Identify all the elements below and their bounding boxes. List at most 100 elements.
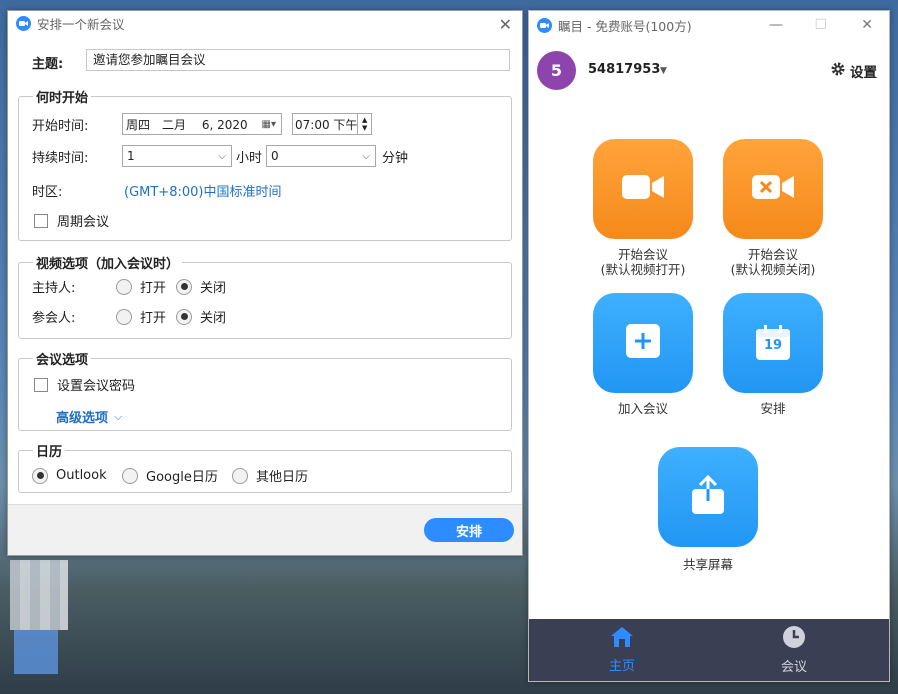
topic-input[interactable]: 邀请您参加瞩目会议 — [86, 49, 510, 71]
chevron-down-icon: ⌵ — [218, 150, 226, 162]
participant-video-on-radio[interactable] — [116, 308, 132, 325]
scheduler-footer: 安排 — [8, 504, 522, 555]
close-icon[interactable]: ✕ — [861, 17, 873, 33]
video-camera-off-icon — [752, 173, 794, 205]
participant-video-row: 参会人: 打开 关闭 — [32, 307, 226, 326]
duration-minutes-select[interactable]: 0 ⌵ — [266, 145, 377, 167]
outlook-label: Outlook — [56, 468, 107, 483]
start-date-picker[interactable]: 周四 二月 6, 2020 ▦▾ — [122, 113, 282, 135]
scheduler-title: 安排一个新会议 — [37, 16, 125, 32]
host-label: 主持人: — [32, 281, 76, 296]
password-row[interactable]: 设置会议密码 — [34, 375, 135, 394]
topic-label: 主题: — [32, 57, 64, 72]
start-time-row: 开始时间: 周四 二月 6, 2020 ▦▾ 07:00 下午 ▲ ▼ — [32, 113, 372, 135]
host-on-label: 打开 — [140, 281, 167, 296]
host-video-off-radio[interactable] — [176, 278, 192, 295]
password-label: 设置会议密码 — [57, 379, 136, 394]
zoom-titlebar: 瞩目 - 免费账号(100方) — [529, 11, 889, 39]
outlook-radio[interactable] — [32, 467, 48, 484]
minimize-icon[interactable]: — — [769, 17, 783, 33]
time-spinner-arrows-icon[interactable]: ▲ ▼ — [357, 114, 371, 134]
start-meeting-video-off-button[interactable] — [723, 139, 823, 239]
recurring-row[interactable]: 周期会议 — [34, 211, 109, 230]
start-label: 开始时间: — [32, 118, 89, 134]
video-camera-icon — [622, 173, 664, 205]
start-video-on-caption: 开始会议 (默认视频打开) — [573, 247, 713, 277]
duration-row: 持续时间: 1 ⌵ 小时 0 ⌵ 分钟 — [32, 145, 408, 167]
share-caption: 共享屏幕 — [682, 557, 733, 572]
calendar-options-row: Outlook Google日历 其他日历 — [32, 466, 308, 485]
timezone-label: 时区: — [32, 185, 63, 200]
video-legend: 视频选项（加入会议时） — [36, 257, 180, 272]
calendar-icon: 19 — [755, 325, 791, 361]
zoom-main-window: 瞩目 - 免费账号(100方) — ☐ ✕ 5 54817953 ▼ 设置 开始… — [528, 10, 890, 682]
start-video-off-caption: 开始会议 (默认视频关闭) — [703, 247, 843, 277]
duration-hours-value: 1 — [127, 149, 135, 163]
desktop-icon-blur — [14, 630, 58, 674]
duration-label: 持续时间: — [32, 150, 89, 166]
schedule-button[interactable]: 安排 — [424, 518, 514, 542]
timezone-row: 时区: (GMT+8:00)中国标准时间 — [32, 181, 281, 200]
start-time-value: 07:00 下午 — [295, 117, 358, 132]
chevron-down-icon: ⌵ — [362, 150, 371, 162]
schedule-caption: 安排 — [760, 401, 786, 416]
nav-meetings[interactable]: 会议 — [739, 619, 849, 681]
advanced-options-label: 高级选项 — [56, 411, 109, 426]
zoom-logo-icon — [537, 17, 552, 33]
zoom-logo-icon — [16, 15, 31, 31]
share-screen-button[interactable] — [658, 447, 758, 547]
participant-off-label: 关闭 — [200, 311, 227, 326]
timezone-value[interactable]: (GMT+8:00)中国标准时间 — [124, 181, 281, 200]
account-id[interactable]: 54817953 — [588, 62, 660, 77]
other-calendar-radio[interactable] — [232, 467, 248, 484]
settings-button[interactable]: 设置 — [830, 61, 877, 81]
calendar-dropdown-icon[interactable]: ▦▾ — [262, 119, 276, 130]
hours-unit: 小时 — [236, 150, 263, 166]
video-section: 视频选项（加入会议时） — [18, 253, 512, 339]
zoom-title: 瞩目 - 免费账号(100方) — [558, 18, 692, 34]
recurring-checkbox[interactable] — [34, 213, 48, 228]
minutes-unit: 分钟 — [382, 150, 409, 166]
schedule-meeting-button[interactable]: 19 — [723, 293, 823, 393]
start-meeting-video-on-button[interactable] — [593, 139, 693, 239]
duration-hours-select[interactable]: 1 ⌵ — [122, 145, 232, 167]
start-time-spinner[interactable]: 07:00 下午 ▲ ▼ — [292, 113, 372, 135]
google-calendar-radio[interactable] — [122, 467, 138, 484]
calendar-legend: 日历 — [36, 445, 63, 460]
chevron-down-icon: ⌵ — [114, 409, 123, 423]
participant-video-off-radio[interactable] — [176, 308, 192, 325]
advanced-options-toggle[interactable]: 高级选项 ⌵ — [56, 407, 123, 427]
other-calendar-label: 其他日历 — [256, 470, 309, 485]
gear-icon — [830, 61, 846, 81]
avatar[interactable]: 5 — [537, 51, 576, 90]
maximize-icon[interactable]: ☐ — [814, 17, 827, 33]
participant-label: 参会人: — [32, 311, 76, 326]
join-caption: 加入会议 — [617, 401, 668, 416]
settings-label: 设置 — [850, 65, 877, 81]
recurring-label: 周期会议 — [57, 215, 110, 230]
close-icon[interactable]: ✕ — [499, 15, 512, 34]
nav-home[interactable]: 主页 — [567, 619, 677, 681]
google-calendar-label: Google日历 — [146, 470, 218, 485]
start-video-on-line1: 开始会议 — [617, 247, 668, 262]
plus-icon — [625, 323, 661, 363]
nav-meetings-label: 会议 — [780, 660, 807, 675]
duration-minutes-value: 0 — [271, 149, 279, 163]
scheduler-titlebar: 安排一个新会议 — [8, 11, 522, 35]
calendar-day-number: 19 — [763, 338, 783, 353]
home-icon — [610, 626, 634, 652]
meeting-options-legend: 会议选项 — [36, 353, 89, 368]
schedule-meeting-window: 安排一个新会议 ✕ 主题: 邀请您参加瞩目会议 何时开始 开始时间: 周四 二月… — [7, 10, 523, 556]
password-checkbox[interactable] — [34, 377, 48, 392]
start-video-on-line2: (默认视频打开) — [600, 262, 686, 277]
start-date-value: 周四 二月 6, 2020 — [126, 117, 248, 132]
nav-home-label: 主页 — [608, 659, 635, 674]
host-off-label: 关闭 — [200, 281, 227, 296]
participant-on-label: 打开 — [140, 311, 167, 326]
join-meeting-button[interactable] — [593, 293, 693, 393]
caret-down-icon[interactable]: ▼ — [660, 66, 667, 76]
when-legend: 何时开始 — [36, 91, 89, 106]
start-video-off-line1: 开始会议 — [747, 247, 798, 262]
host-video-row: 主持人: 打开 关闭 — [32, 277, 226, 296]
host-video-on-radio[interactable] — [116, 278, 132, 295]
